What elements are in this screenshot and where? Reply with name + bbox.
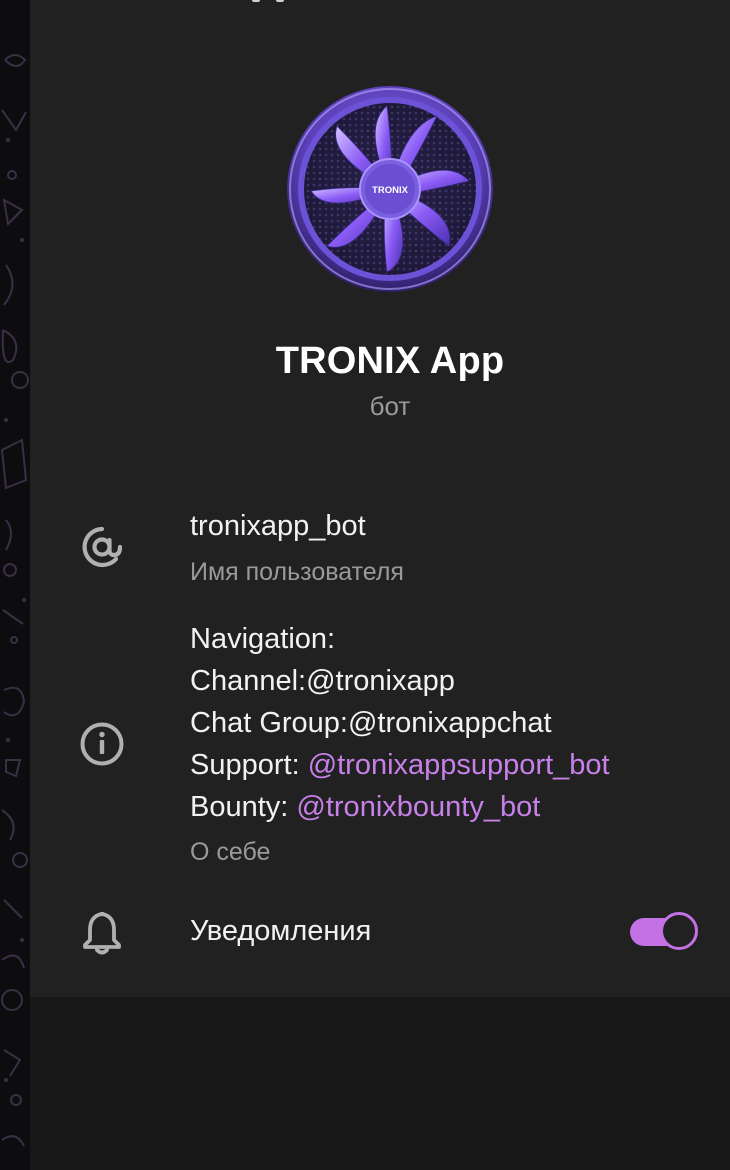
avatar-logo-text: TRONIX xyxy=(372,185,409,196)
bio-line-channel: Channel:@tronixapp xyxy=(190,665,455,697)
notifications-toggle[interactable] xyxy=(630,912,698,952)
at-icon xyxy=(82,526,123,568)
chat-wallpaper-strip xyxy=(0,0,30,1170)
support-link[interactable]: @tronixappsupport_bot xyxy=(308,749,610,781)
panel-bottom-area xyxy=(30,997,730,1170)
username-caption: Имя пользователя xyxy=(190,558,404,586)
bio-text[interactable]: Navigation: Channel:@tronixapp Chat Grou… xyxy=(190,618,610,828)
bio-caption: О себе xyxy=(190,838,271,866)
bounty-label: Bounty: xyxy=(190,791,297,823)
bio-line-support: Support: @tronixappsupport_bot xyxy=(190,744,610,786)
header-cut-glyphs xyxy=(218,0,308,4)
toggle-knob xyxy=(660,912,698,950)
profile-type: бот xyxy=(369,391,411,421)
profile-name: TRONIX App xyxy=(275,340,505,382)
info-icon xyxy=(80,722,124,766)
support-label: Support: xyxy=(190,749,308,781)
bounty-link[interactable]: @tronixbounty_bot xyxy=(296,791,540,823)
bio-line-chat-group: Chat Group:@tronixappchat xyxy=(190,707,552,739)
notifications-label: Уведомления xyxy=(190,915,372,947)
profile-avatar[interactable]: TRONIX xyxy=(287,86,493,292)
username-value[interactable]: tronixapp_bot xyxy=(190,510,366,543)
bio-line-bounty: Bounty: @tronixbounty_bot xyxy=(190,786,610,828)
bell-icon xyxy=(83,911,121,955)
bio-line-navigation: Navigation: xyxy=(190,623,336,655)
profile-screen: TRONIX TRONIX App бот tronixapp_bot Имя … xyxy=(0,0,730,1170)
